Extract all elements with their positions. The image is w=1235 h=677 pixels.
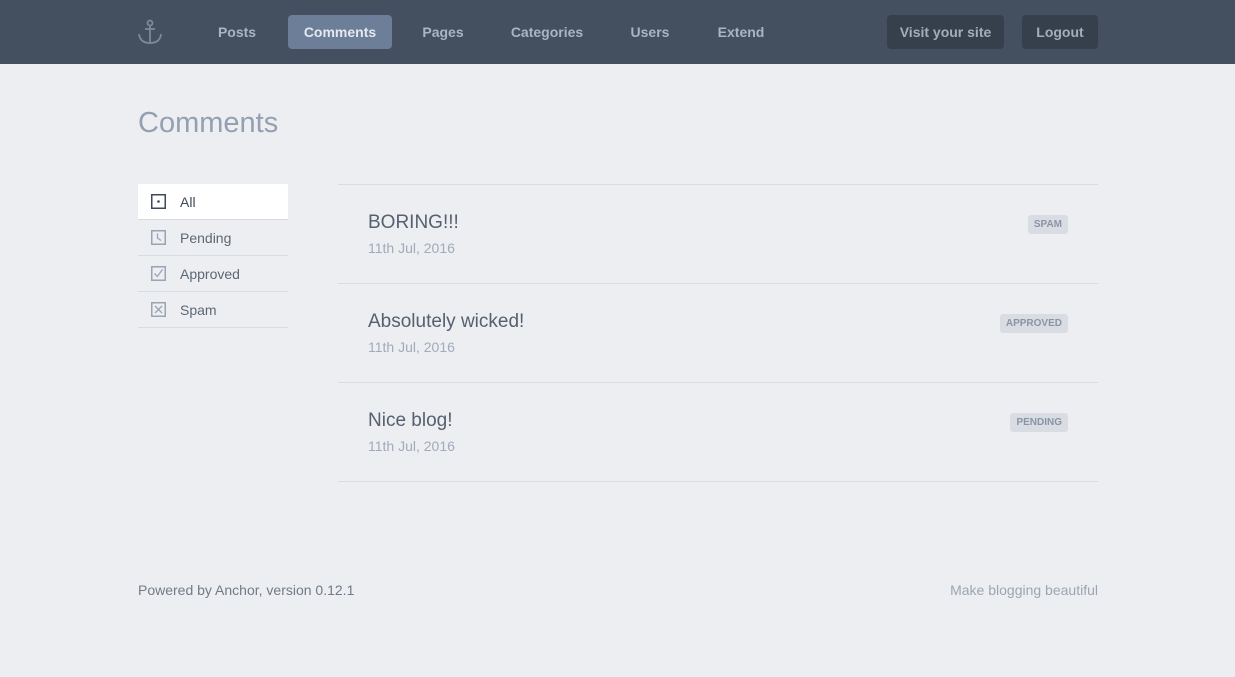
comment-text: Absolutely wicked! bbox=[368, 311, 525, 332]
comment-date: 11th Jul, 2016 bbox=[368, 339, 455, 355]
visit-site-button[interactable]: Visit your site bbox=[887, 15, 1004, 49]
nav-posts[interactable]: Posts bbox=[205, 15, 269, 49]
check-icon bbox=[151, 266, 166, 281]
comment-list: BORING!!! 11th Jul, 2016 SPAM Absolutely… bbox=[338, 184, 1098, 482]
logout-button[interactable]: Logout bbox=[1022, 15, 1098, 49]
filter-label: Pending bbox=[180, 230, 232, 246]
status-badge: PENDING bbox=[1010, 413, 1068, 432]
filter-label: Approved bbox=[180, 266, 240, 282]
footer-tagline: Make blogging beautiful bbox=[950, 582, 1098, 598]
comment-item[interactable]: Absolutely wicked! 11th Jul, 2016 APPROV… bbox=[338, 284, 1098, 383]
comment-text: BORING!!! bbox=[368, 212, 459, 233]
top-navigation-bar: Posts Comments Pages Categories Users Ex… bbox=[0, 0, 1235, 64]
comment-date: 11th Jul, 2016 bbox=[368, 438, 455, 454]
nav-users[interactable]: Users bbox=[616, 15, 684, 49]
footer-powered-by: Powered by Anchor, version 0.12.1 bbox=[138, 582, 355, 598]
status-badge: APPROVED bbox=[999, 314, 1068, 333]
cross-icon bbox=[151, 302, 166, 317]
filter-pending[interactable]: Pending bbox=[138, 220, 288, 256]
filter-label: All bbox=[180, 194, 196, 210]
all-icon bbox=[151, 194, 166, 209]
page-title: Comments bbox=[138, 107, 279, 139]
nav-extend[interactable]: Extend bbox=[704, 15, 778, 49]
comment-text: Nice blog! bbox=[368, 410, 453, 431]
nav-pages[interactable]: Pages bbox=[410, 15, 476, 49]
status-badge: SPAM bbox=[1027, 215, 1068, 234]
comment-item[interactable]: Nice blog! 11th Jul, 2016 PENDING bbox=[338, 383, 1098, 482]
comment-date: 11th Jul, 2016 bbox=[368, 240, 455, 256]
comment-filter-list: All Pending Approved Spam bbox=[138, 184, 288, 328]
nav-comments[interactable]: Comments bbox=[288, 15, 392, 49]
filter-all[interactable]: All bbox=[138, 184, 288, 220]
filter-label: Spam bbox=[180, 302, 217, 318]
filter-spam[interactable]: Spam bbox=[138, 292, 288, 328]
anchor-icon[interactable] bbox=[136, 19, 164, 45]
filter-approved[interactable]: Approved bbox=[138, 256, 288, 292]
clock-icon bbox=[151, 230, 166, 245]
comment-item[interactable]: BORING!!! 11th Jul, 2016 SPAM bbox=[338, 185, 1098, 284]
nav-categories[interactable]: Categories bbox=[499, 15, 595, 49]
